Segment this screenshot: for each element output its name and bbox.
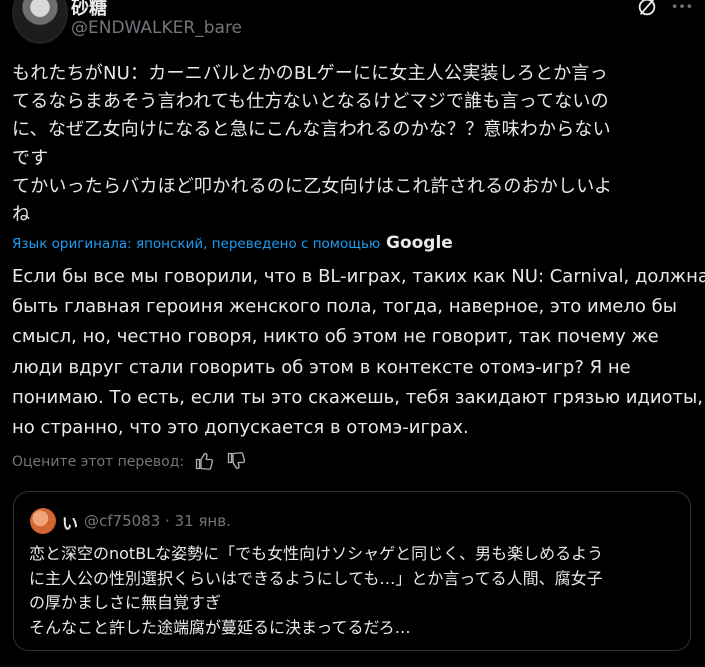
post-original-text: もれたちがNU：カーニバルとかのBLゲーにに女主人公実装しろとか言っ てるならま…	[12, 60, 692, 229]
thumb-up-icon[interactable]	[195, 452, 213, 470]
quoted-line: そんなこと許した途端腐が蔓延るに決まってるだろ…	[29, 617, 411, 637]
quoted-post-text: 恋と深空のnotBLな姿勢に「でも女性向けソシャゲと同じく、男も楽しめるよう に…	[29, 542, 679, 640]
author-display-name[interactable]: 砂糖	[71, 0, 107, 20]
quoted-post[interactable]: い @cf75083 · 31 янв. 恋と深空のnotBLな姿勢に「でも女性…	[13, 491, 691, 651]
original-line: です	[12, 147, 49, 169]
thumb-down-icon[interactable]	[227, 452, 245, 470]
rate-translation-label: Оцените этот перевод:	[12, 454, 185, 470]
original-line: もれたちがNU：カーニバルとかのBLゲーにに女主人公実装しろとか言っ	[12, 63, 608, 84]
more-icon[interactable]	[671, 0, 693, 18]
author-avatar[interactable]	[12, 0, 68, 44]
quoted-line: 恋と深空のnotBLな姿勢に「でも女性向けソシャゲと同じく、男も楽しめるよう	[29, 544, 604, 563]
translated-line: быть главная героиня женского пола, тогд…	[12, 296, 677, 318]
translation-note[interactable]: Язык оригинала: японский, переведено с п…	[12, 236, 380, 252]
translated-line: понимаю. То есть, если ты это скажешь, т…	[12, 386, 703, 408]
post-translated-text: Если бы все мы говорили, что в BL-играх,…	[12, 262, 705, 443]
quoted-author-name[interactable]: い	[62, 510, 78, 534]
quoted-line: の厚かましさに無自覚すぎ	[29, 593, 222, 612]
original-line: ね	[12, 204, 31, 226]
quoted-author-avatar[interactable]	[30, 508, 56, 534]
post-header: 砂糖 @ENDWALKER_bare	[0, 0, 705, 50]
translated-line: люди вдруг стали говорить об этом в конт…	[12, 356, 631, 378]
translated-line: смысл, но, честно говоря, никто об этом …	[12, 326, 659, 348]
grok-icon[interactable]	[636, 0, 658, 18]
original-line: てかいったらバカほど叩かれるのに乙女向けはこれ許されるのおかしいよ	[12, 175, 613, 197]
google-logo: Google	[386, 233, 453, 253]
author-handle[interactable]: @ENDWALKER_bare	[71, 18, 242, 38]
quoted-line: に主人公の性別選択くらいはできるようにしても…」とか言ってる人間、腐女子	[29, 568, 603, 588]
original-line: に、なぜ乙女向けになると急にこんな言われるのかな？？意味わからない	[12, 119, 611, 141]
original-line: てるならまあそう言われても仕方ないとなるけどマジで誰も言ってないの	[12, 91, 609, 113]
translated-line: но странно, что это допускается в отомэ-…	[12, 417, 469, 439]
quoted-author-handle[interactable]: @cf75083 · 31 янв.	[84, 512, 231, 530]
translated-line: Если бы все мы говорили, что в BL-играх,…	[12, 266, 705, 287]
